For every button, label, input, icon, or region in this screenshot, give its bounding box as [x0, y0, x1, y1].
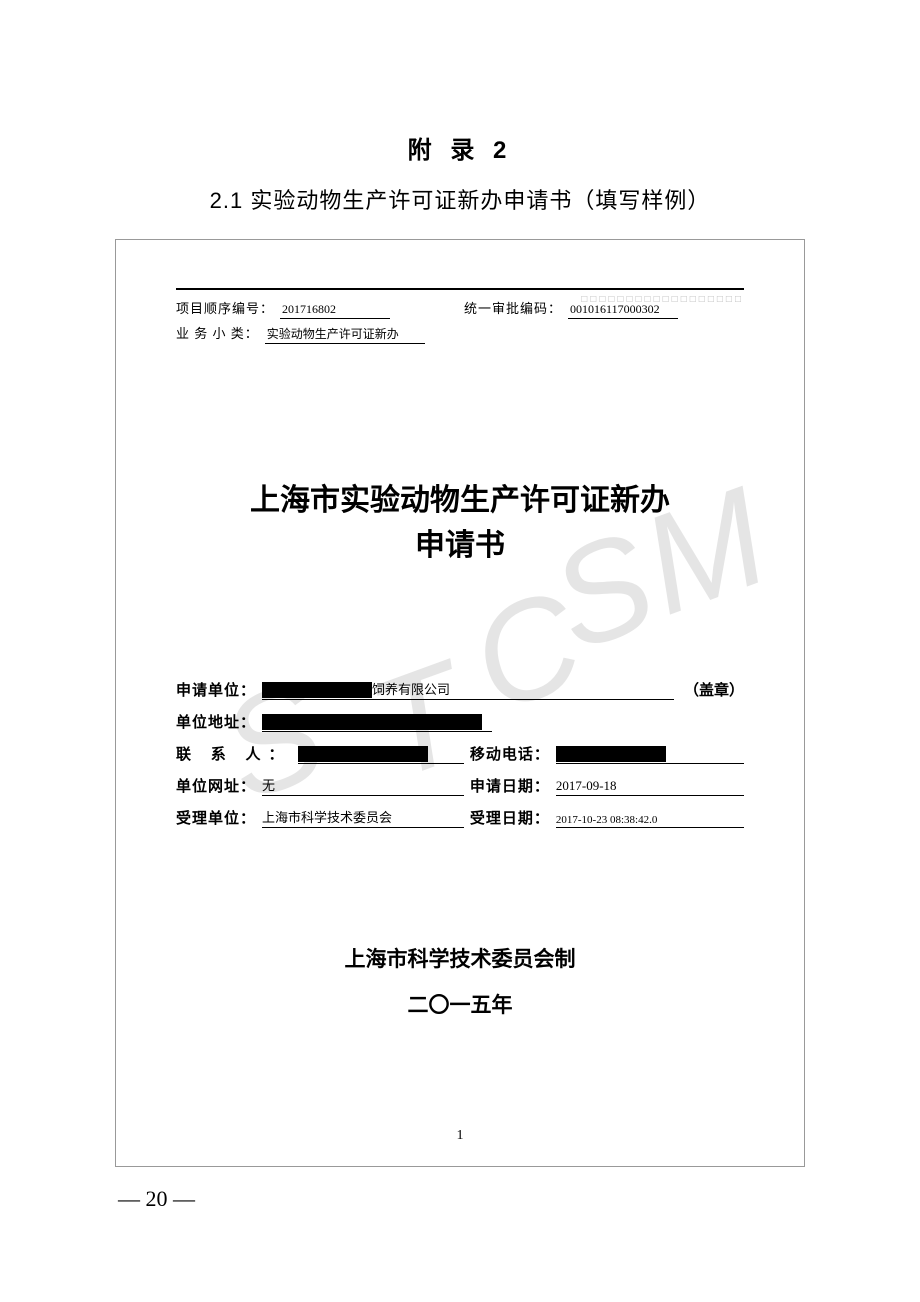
contact-row: 联 系 人： 移动电话： [176, 742, 744, 764]
accept-date-label: 受理日期： [470, 807, 550, 828]
main-title-line2: 申请书 [176, 523, 744, 568]
biz-subtype-value: 实验动物生产许可证新办 [265, 325, 425, 344]
applicant-label: 申请单位： [176, 679, 256, 700]
main-title-line1: 上海市实验动物生产许可证新办 [176, 478, 744, 523]
redacted-block [298, 746, 428, 762]
outer-page-number: — 20 — [118, 1186, 195, 1212]
form-code-placeholder: □□□□□□□□□□□□□□□□□□ [581, 294, 744, 305]
accept-row: 受理单位： 上海市科学技术委员会 受理日期： 2017-10-23 08:38:… [176, 806, 744, 828]
applicant-suffix: 饲养有限公司 [372, 679, 450, 698]
apply-date-label: 申请日期： [470, 775, 550, 796]
mobile-value [556, 742, 744, 764]
accept-unit-label: 受理单位： [176, 807, 256, 828]
address-value [262, 710, 492, 732]
redacted-block [556, 746, 666, 762]
website-label: 单位网址： [176, 775, 256, 796]
address-label: 单位地址： [176, 711, 256, 732]
accept-unit-value: 上海市科学技术委员会 [262, 806, 464, 828]
appendix-title: 附 录 2 [110, 130, 810, 165]
website-row: 单位网址： 无 申请日期： 2017-09-18 [176, 774, 744, 796]
stamp-note: （盖章） [684, 679, 744, 700]
applicant-value: 饲养有限公司 [262, 678, 674, 700]
contact-value [298, 742, 464, 764]
apply-date-value: 2017-09-18 [556, 774, 744, 796]
approval-code-label: 统一审批编码： [464, 298, 562, 317]
applicant-row: 申请单位： 饲养有限公司 （盖章） [176, 678, 744, 700]
application-form: S T C S M □□□□□□□□□□□□□□□□□□ 项目顺序编号： 201… [115, 239, 805, 1167]
biz-subtype-label: 业 务 小 类： [176, 323, 259, 342]
page: 附 录 2 2.1 实验动物生产许可证新办申请书（填写样例） S T C S M… [0, 0, 920, 1167]
contact-label: 联 系 人： [176, 743, 292, 764]
inner-page-number: 1 [116, 1128, 804, 1144]
form-main-title: 上海市实验动物生产许可证新办 申请书 [176, 478, 744, 568]
redacted-block [262, 714, 482, 730]
issuer-line2: 二〇一五年 [176, 982, 744, 1028]
accept-date-value: 2017-10-23 08:38:42.0 [556, 806, 744, 828]
project-no-label: 项目顺序编号： [176, 298, 274, 317]
mobile-label: 移动电话： [470, 743, 550, 764]
issuer-line1: 上海市科学技术委员会制 [176, 936, 744, 982]
fields-section: 申请单位： 饲养有限公司 （盖章） 单位地址： 联 系 人： [176, 678, 744, 828]
issuer-block: 上海市科学技术委员会制 二〇一五年 [176, 936, 744, 1028]
website-value: 无 [262, 774, 464, 796]
address-row: 单位地址： [176, 710, 744, 732]
section-title: 2.1 实验动物生产许可证新办申请书（填写样例） [110, 183, 810, 215]
project-no-value: 201716802 [280, 302, 390, 319]
redacted-block [262, 682, 372, 698]
